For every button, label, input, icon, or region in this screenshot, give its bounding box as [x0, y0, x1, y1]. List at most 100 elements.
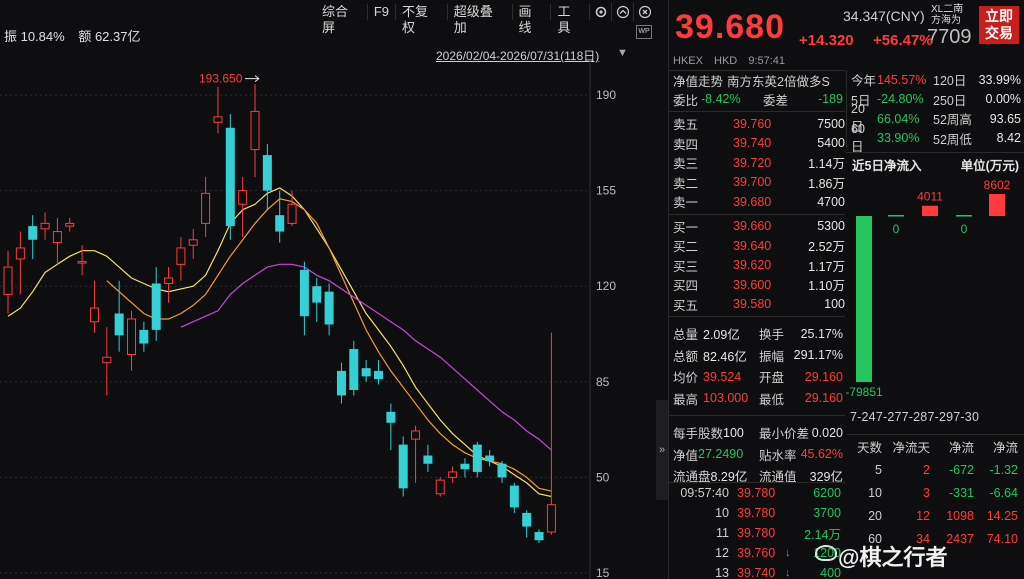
trade-price: 39.760 [737, 546, 776, 560]
quote-time: 9:57:41 [748, 55, 786, 67]
candle [324, 283, 334, 336]
ask-volume: 1.14万 [808, 157, 845, 172]
fund-short-name: XL二南方海为 [931, 4, 964, 26]
candle [52, 217, 62, 265]
stat-value: 103.000 [703, 391, 749, 406]
candle [509, 482, 519, 513]
toolbar-draw-line[interactable]: 画线 [513, 4, 552, 35]
bid-label: 买五 [673, 298, 699, 313]
exchange-label: HKEX [673, 55, 703, 67]
trade-price: 39.740 [737, 566, 776, 579]
trade-row: 11 39.780 2.14万 [669, 523, 845, 543]
flow-net-pct: 74.10 [986, 531, 1018, 546]
stat-label: 总额 [673, 349, 699, 364]
ask-label: 卖五 [673, 118, 699, 133]
ma-line-1 [106, 198, 552, 492]
candle [312, 278, 322, 322]
performance-panel: 今年 145.57% 120日 33.99% 5日 -24.80% 250日 0.00% 20日… [846, 70, 1024, 154]
weicha-value: -189 [817, 92, 843, 107]
bid-price: 39.620 [733, 258, 772, 273]
weibi-value: -8.42% [701, 92, 741, 107]
bid-row[interactable]: 买五 39.580 100 [669, 295, 845, 315]
flow-netdays: 2 [923, 462, 930, 477]
down-arrow-icon: ↓ [785, 547, 791, 559]
perf-value: 145.57% [877, 72, 927, 87]
stat-row: 总量 2.09亿 换手 25.17% [669, 323, 845, 345]
perf-row: 今年 145.57% 120日 33.99% [847, 70, 1024, 90]
cny-price: 34.347(CNY) [843, 8, 925, 24]
amount-text: 额 62.37亿 [78, 29, 141, 44]
flow-net: 1098 [946, 508, 974, 523]
chevron-up-icon[interactable] [612, 3, 635, 21]
ask-volume: 4700 [817, 194, 845, 209]
candle [336, 362, 346, 404]
candle [238, 176, 248, 238]
stat-label: 总量 [673, 328, 699, 343]
order-book: 净值走势 南方东英2倍做多S 委比 -8.42% 委差 -189 卖五 39.76… [669, 70, 845, 487]
net-inflow-table: 天数 净流天 净流 净流 5 2 -672 -1.32 10 3 -331 -6.64 20 12… [846, 434, 1024, 550]
toolbar-overview[interactable]: 综合屏 [316, 4, 368, 35]
high-annotation: 193.650 [199, 72, 243, 86]
ask-row[interactable]: 卖一 39.680 4700 [669, 192, 845, 212]
trade-price: 39.780 [737, 526, 776, 540]
price-change-pct: +56.47% [873, 32, 933, 49]
ask-row[interactable]: 卖三 39.720 1.14万 [669, 153, 845, 173]
toolbar-no-adjust[interactable]: 不复权 [396, 4, 448, 35]
y-tick-label: 155 [596, 184, 616, 198]
perf-label: 250日 [933, 93, 967, 108]
candle [546, 332, 556, 535]
toolbar-super-overlay[interactable]: 超级叠加 [448, 4, 513, 35]
nav-trend-link[interactable]: 净值走势 [673, 71, 723, 90]
candle [386, 403, 396, 451]
perf-label: 52周高 [933, 113, 972, 128]
flow-bar [856, 216, 872, 382]
candle [250, 84, 260, 177]
trade-qty: 400 [820, 566, 841, 579]
flow-table-row: 5 2 -672 -1.32 [846, 458, 1024, 481]
net-inflow-header: 近5日净流入 单位(万元) [846, 152, 1024, 173]
bid-volume: 1.10万 [808, 279, 845, 294]
candle [423, 444, 433, 472]
candle [374, 359, 383, 385]
flow-net-pct: -1.32 [989, 462, 1019, 477]
stat-value: 82.46亿 [703, 349, 747, 364]
wp-icon[interactable]: WP [636, 25, 652, 39]
watermark-text: @棋之行者 [838, 545, 948, 570]
ask-label: 卖四 [673, 137, 699, 152]
trade-now-button[interactable]: 立即交易 [979, 6, 1019, 44]
candle [3, 250, 13, 314]
bid-label: 买四 [673, 279, 699, 294]
candle [89, 280, 99, 333]
gear-icon[interactable] [590, 3, 613, 21]
toolbar-f9[interactable]: F9 [368, 4, 396, 20]
flow-netdays: 12 [916, 508, 930, 523]
toolbar-tools[interactable]: 工具 [551, 4, 591, 35]
ask-price: 39.680 [733, 194, 772, 209]
bid-row[interactable]: 买一 39.660 5300 [669, 217, 845, 237]
trade-row: 13 39.740 ↓ 400 [669, 563, 845, 579]
dropdown-triangle-icon[interactable]: ▼ [617, 47, 628, 59]
candle [114, 280, 124, 352]
stat-label: 均价 [673, 371, 699, 386]
perf-label: 52周低 [933, 132, 972, 147]
flow-bar-label: 8602 [984, 178, 1011, 192]
collapse-panel-button[interactable]: » [656, 400, 668, 500]
candlestick-chart[interactable]: 190 155 120 85 50 15 193.650 [0, 60, 656, 579]
candle [127, 310, 136, 371]
net-inflow-chart: -79851 0 4011 0 8602 [846, 178, 1011, 399]
close-icon[interactable] [634, 3, 656, 21]
flow-bar-label: -79851 [846, 385, 883, 399]
flow-bar-label: 0 [961, 222, 968, 236]
ask-row[interactable]: 卖五 39.760 7500 [669, 114, 845, 134]
ask-row[interactable]: 卖四 39.740 5400 [669, 134, 845, 154]
bid-row[interactable]: 买三 39.620 1.17万 [669, 256, 845, 276]
kline-chart-panel[interactable]: 综合屏 F9 不复权 超级叠加 画线 工具 振 10.84% 额 62.37亿 … [0, 0, 656, 579]
stat-label: 贴水率 [759, 448, 797, 463]
candle [28, 215, 38, 259]
bid-row[interactable]: 买四 39.600 1.10万 [669, 275, 845, 295]
ask-row[interactable]: 卖二 39.700 1.86万 [669, 173, 845, 193]
perf-label: 120日 [933, 74, 967, 89]
tick-trade-list: 09:57:40 39.780 6200 10 39.780 3700 11 39.780 2.… [669, 482, 845, 579]
bid-row[interactable]: 买二 39.640 2.52万 [669, 236, 845, 256]
bid-volume: 5300 [817, 219, 845, 234]
